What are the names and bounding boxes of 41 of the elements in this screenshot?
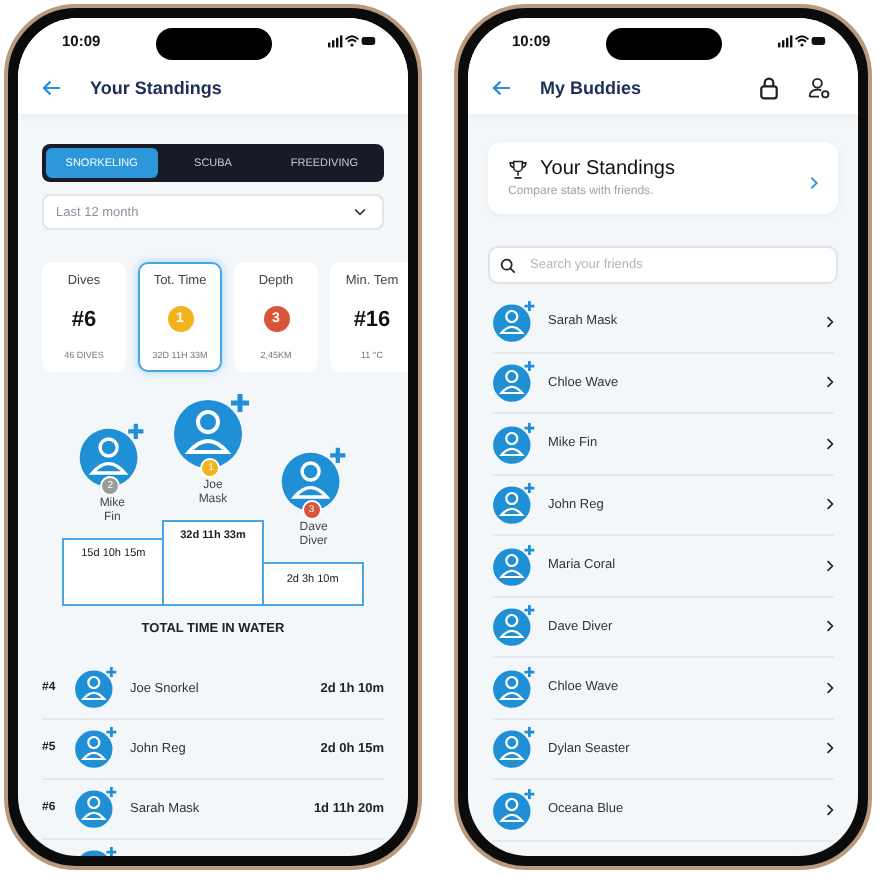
screen-title: Your Standings [90, 78, 222, 98]
avatar-icon [492, 787, 536, 832]
avatar-icon [74, 726, 118, 771]
stat-rank: #6 [71, 307, 97, 331]
avatar-icon [492, 665, 536, 710]
chevron-icon [826, 681, 834, 694]
avatar-icon [279, 446, 348, 514]
back-arrow-icon[interactable] [492, 80, 512, 96]
status-icons [778, 33, 826, 47]
screen-title: My Buddies [540, 78, 642, 98]
avatar-icon [492, 604, 536, 649]
lock-icon[interactable] [758, 76, 780, 100]
avatar-icon [492, 482, 536, 527]
camera-notch [155, 28, 271, 60]
avatar-icon [78, 422, 147, 490]
back-arrow-icon[interactable] [42, 80, 62, 96]
chevron-icon [826, 559, 834, 572]
chevron-icon [826, 803, 834, 816]
chevron-icon [826, 742, 834, 755]
avatar-icon [492, 543, 536, 588]
search-icon [500, 257, 516, 273]
avatar-icon [74, 786, 118, 831]
avatar-icon [492, 726, 536, 771]
avatar-icon [74, 666, 118, 711]
user-settings-icon[interactable] [808, 76, 830, 100]
avatar-icon [172, 392, 253, 472]
chevron-icon [826, 620, 834, 633]
status-icons [328, 33, 376, 47]
camera-notch [605, 28, 721, 60]
chevron-icon [810, 176, 818, 190]
avatar-icon [492, 421, 536, 466]
caret-icon [354, 208, 366, 216]
chevron-icon [826, 498, 834, 511]
avatar-icon [492, 360, 536, 405]
chevron-icon [826, 437, 834, 450]
avatar-icon [492, 299, 536, 344]
chevron-icon [826, 315, 834, 328]
trophy-icon [508, 159, 528, 179]
card-title: Your Standings [540, 158, 675, 180]
stat-rank: #16 [353, 307, 391, 331]
chevron-icon [826, 376, 834, 389]
